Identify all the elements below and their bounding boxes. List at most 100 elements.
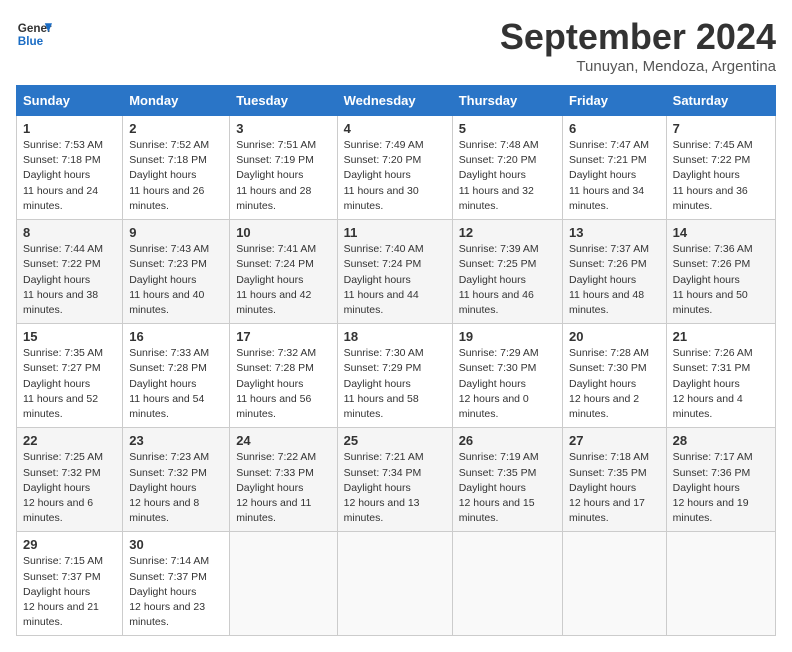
calendar-cell: 28 Sunrise: 7:17 AMSunset: 7:36 PMDayligh… bbox=[666, 428, 775, 532]
calendar-cell: 6 Sunrise: 7:47 AMSunset: 7:21 PMDaylight… bbox=[563, 116, 667, 220]
day-info: Sunrise: 7:22 AMSunset: 7:33 PMDaylight … bbox=[236, 450, 330, 526]
calendar-cell: 25 Sunrise: 7:21 AMSunset: 7:34 PMDayligh… bbox=[337, 428, 452, 532]
day-number: 10 bbox=[236, 225, 330, 240]
day-info: Sunrise: 7:47 AMSunset: 7:21 PMDaylight … bbox=[569, 138, 660, 214]
day-number: 24 bbox=[236, 433, 330, 448]
calendar-cell: 17 Sunrise: 7:32 AMSunset: 7:28 PMDayligh… bbox=[230, 324, 337, 428]
calendar-cell: 22 Sunrise: 7:25 AMSunset: 7:32 PMDayligh… bbox=[17, 428, 123, 532]
day-info: Sunrise: 7:14 AMSunset: 7:37 PMDaylight … bbox=[129, 554, 223, 630]
day-number: 1 bbox=[23, 121, 116, 136]
weekday-header-row: SundayMondayTuesdayWednesdayThursdayFrid… bbox=[17, 86, 776, 116]
calendar-cell: 8 Sunrise: 7:44 AMSunset: 7:22 PMDaylight… bbox=[17, 220, 123, 324]
calendar-cell bbox=[666, 532, 775, 636]
calendar-cell: 12 Sunrise: 7:39 AMSunset: 7:25 PMDayligh… bbox=[452, 220, 562, 324]
day-number: 12 bbox=[459, 225, 556, 240]
day-info: Sunrise: 7:36 AMSunset: 7:26 PMDaylight … bbox=[673, 242, 769, 318]
calendar-table: SundayMondayTuesdayWednesdayThursdayFrid… bbox=[16, 85, 776, 636]
day-info: Sunrise: 7:29 AMSunset: 7:30 PMDaylight … bbox=[459, 346, 556, 422]
calendar-week-row: 29Sunrise: 7:15 AMSunset: 7:37 PMDayligh… bbox=[17, 532, 776, 636]
day-info: Sunrise: 7:28 AMSunset: 7:30 PMDaylight … bbox=[569, 346, 660, 422]
day-number: 23 bbox=[129, 433, 223, 448]
day-number: 15 bbox=[23, 329, 116, 344]
day-info: Sunrise: 7:19 AMSunset: 7:35 PMDaylight … bbox=[459, 450, 556, 526]
day-number: 27 bbox=[569, 433, 660, 448]
calendar-cell: 10 Sunrise: 7:41 AMSunset: 7:24 PMDayligh… bbox=[230, 220, 337, 324]
day-info: Sunrise: 7:23 AMSunset: 7:32 PMDaylight … bbox=[129, 450, 223, 526]
calendar-week-row: 1 Sunrise: 7:53 AMSunset: 7:18 PMDaylight… bbox=[17, 116, 776, 220]
day-number: 20 bbox=[569, 329, 660, 344]
day-number: 18 bbox=[344, 329, 446, 344]
title-block: September 2024 Tunuyan, Mendoza, Argenti… bbox=[500, 16, 776, 75]
day-info: Sunrise: 7:43 AMSunset: 7:23 PMDaylight … bbox=[129, 242, 223, 318]
day-number: 17 bbox=[236, 329, 330, 344]
day-number: 13 bbox=[569, 225, 660, 240]
day-info: Sunrise: 7:21 AMSunset: 7:34 PMDaylight … bbox=[344, 450, 446, 526]
calendar-cell: 14 Sunrise: 7:36 AMSunset: 7:26 PMDayligh… bbox=[666, 220, 775, 324]
day-info: Sunrise: 7:30 AMSunset: 7:29 PMDaylight … bbox=[344, 346, 446, 422]
calendar-cell: 19 Sunrise: 7:29 AMSunset: 7:30 PMDayligh… bbox=[452, 324, 562, 428]
weekday-header: Thursday bbox=[452, 86, 562, 116]
calendar-cell bbox=[563, 532, 667, 636]
day-info: Sunrise: 7:26 AMSunset: 7:31 PMDaylight … bbox=[673, 346, 769, 422]
day-number: 22 bbox=[23, 433, 116, 448]
day-number: 6 bbox=[569, 121, 660, 136]
day-info: Sunrise: 7:33 AMSunset: 7:28 PMDaylight … bbox=[129, 346, 223, 422]
calendar-cell: 16 Sunrise: 7:33 AMSunset: 7:28 PMDayligh… bbox=[123, 324, 230, 428]
day-number: 30 bbox=[129, 537, 223, 552]
day-number: 25 bbox=[344, 433, 446, 448]
calendar-cell: 21 Sunrise: 7:26 AMSunset: 7:31 PMDayligh… bbox=[666, 324, 775, 428]
calendar-cell: 23 Sunrise: 7:23 AMSunset: 7:32 PMDayligh… bbox=[123, 428, 230, 532]
day-number: 8 bbox=[23, 225, 116, 240]
calendar-cell bbox=[230, 532, 337, 636]
day-info: Sunrise: 7:49 AMSunset: 7:20 PMDaylight … bbox=[344, 138, 446, 214]
calendar-cell: 9 Sunrise: 7:43 AMSunset: 7:23 PMDaylight… bbox=[123, 220, 230, 324]
day-number: 21 bbox=[673, 329, 769, 344]
weekday-header: Friday bbox=[563, 86, 667, 116]
month-title: September 2024 bbox=[500, 16, 776, 58]
day-info: Sunrise: 7:41 AMSunset: 7:24 PMDaylight … bbox=[236, 242, 330, 318]
day-info: Sunrise: 7:53 AMSunset: 7:18 PMDaylight … bbox=[23, 138, 116, 214]
day-number: 14 bbox=[673, 225, 769, 240]
day-info: Sunrise: 7:39 AMSunset: 7:25 PMDaylight … bbox=[459, 242, 556, 318]
calendar-cell: 24 Sunrise: 7:22 AMSunset: 7:33 PMDayligh… bbox=[230, 428, 337, 532]
calendar-cell: 13Sunrise: 7:37 AMSunset: 7:26 PMDayligh… bbox=[563, 220, 667, 324]
day-info: Sunrise: 7:35 AMSunset: 7:27 PMDaylight … bbox=[23, 346, 116, 422]
day-info: Sunrise: 7:25 AMSunset: 7:32 PMDaylight … bbox=[23, 450, 116, 526]
day-info: Sunrise: 7:17 AMSunset: 7:36 PMDaylight … bbox=[673, 450, 769, 526]
day-number: 26 bbox=[459, 433, 556, 448]
calendar-cell: 3Sunrise: 7:51 AMSunset: 7:19 PMDaylight… bbox=[230, 116, 337, 220]
day-number: 9 bbox=[129, 225, 223, 240]
day-info: Sunrise: 7:51 AMSunset: 7:19 PMDaylight … bbox=[236, 138, 330, 214]
day-info: Sunrise: 7:52 AMSunset: 7:18 PMDaylight … bbox=[129, 138, 223, 214]
calendar-cell: 30 Sunrise: 7:14 AMSunset: 7:37 PMDayligh… bbox=[123, 532, 230, 636]
calendar-cell: 5Sunrise: 7:48 AMSunset: 7:20 PMDaylight… bbox=[452, 116, 562, 220]
calendar-cell: 26 Sunrise: 7:19 AMSunset: 7:35 PMDayligh… bbox=[452, 428, 562, 532]
day-number: 16 bbox=[129, 329, 223, 344]
day-info: Sunrise: 7:18 AMSunset: 7:35 PMDaylight … bbox=[569, 450, 660, 526]
day-info: Sunrise: 7:45 AMSunset: 7:22 PMDaylight … bbox=[673, 138, 769, 214]
day-number: 29 bbox=[23, 537, 116, 552]
calendar-cell: 18 Sunrise: 7:30 AMSunset: 7:29 PMDayligh… bbox=[337, 324, 452, 428]
calendar-cell: 11Sunrise: 7:40 AMSunset: 7:24 PMDayligh… bbox=[337, 220, 452, 324]
calendar-cell: 7Sunrise: 7:45 AMSunset: 7:22 PMDaylight… bbox=[666, 116, 775, 220]
calendar-cell: 29Sunrise: 7:15 AMSunset: 7:37 PMDayligh… bbox=[17, 532, 123, 636]
weekday-header: Wednesday bbox=[337, 86, 452, 116]
calendar-cell: 4 Sunrise: 7:49 AMSunset: 7:20 PMDaylight… bbox=[337, 116, 452, 220]
day-number: 19 bbox=[459, 329, 556, 344]
calendar-cell bbox=[337, 532, 452, 636]
day-info: Sunrise: 7:44 AMSunset: 7:22 PMDaylight … bbox=[23, 242, 116, 318]
day-number: 4 bbox=[344, 121, 446, 136]
weekday-header: Tuesday bbox=[230, 86, 337, 116]
day-info: Sunrise: 7:32 AMSunset: 7:28 PMDaylight … bbox=[236, 346, 330, 422]
calendar-week-row: 22 Sunrise: 7:25 AMSunset: 7:32 PMDayligh… bbox=[17, 428, 776, 532]
calendar-cell: 15 Sunrise: 7:35 AMSunset: 7:27 PMDayligh… bbox=[17, 324, 123, 428]
calendar-cell: 20 Sunrise: 7:28 AMSunset: 7:30 PMDayligh… bbox=[563, 324, 667, 428]
day-number: 5 bbox=[459, 121, 556, 136]
calendar-cell: 1 Sunrise: 7:53 AMSunset: 7:18 PMDaylight… bbox=[17, 116, 123, 220]
day-number: 11 bbox=[344, 225, 446, 240]
page-header: General Blue September 2024 Tunuyan, Men… bbox=[16, 16, 776, 75]
location: Tunuyan, Mendoza, Argentina bbox=[500, 58, 776, 75]
day-number: 28 bbox=[673, 433, 769, 448]
weekday-header: Sunday bbox=[17, 86, 123, 116]
calendar-cell: 2Sunrise: 7:52 AMSunset: 7:18 PMDaylight… bbox=[123, 116, 230, 220]
